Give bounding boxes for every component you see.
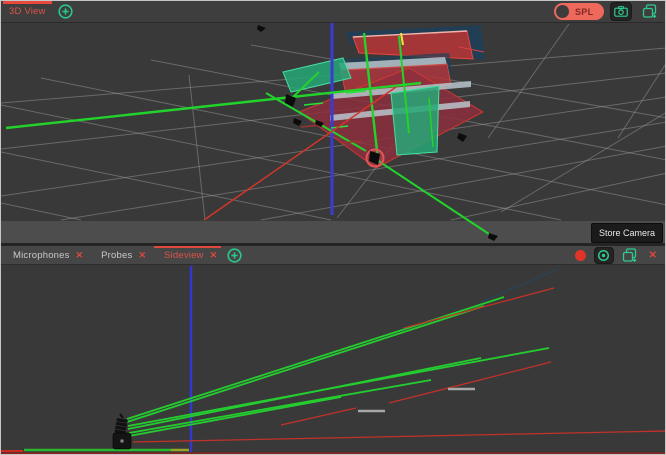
top-tab-bar: 3D View SPL — [1, 1, 665, 23]
audience-segments — [358, 389, 475, 411]
tab-3d-view[interactable]: 3D View — [1, 1, 54, 22]
add-view-button[interactable] — [227, 248, 242, 263]
duplicate-view-button[interactable] — [620, 246, 640, 265]
duplicate-views-icon — [622, 248, 638, 263]
viewport-sideview[interactable] — [1, 265, 666, 455]
ground-lines — [1, 450, 666, 454]
app-window: 3D View SPL — [0, 0, 666, 455]
camera-icon — [614, 6, 628, 17]
viewport-3d[interactable]: Store Camera — [1, 23, 666, 243]
target-icon — [597, 249, 610, 262]
tab-probes-label: Probes — [101, 250, 132, 261]
stage-panel-teal-right[interactable] — [391, 86, 439, 155]
close-view-button[interactable]: ✕ — [645, 250, 661, 261]
probe-target-button[interactable] — [594, 247, 614, 264]
spl-toggle-knob[interactable] — [556, 5, 569, 18]
record-button[interactable] — [575, 250, 586, 261]
tab-microphones-label: Microphones — [13, 250, 70, 261]
store-camera-tooltip: Store Camera — [591, 223, 663, 243]
duplicate-view-button[interactable] — [640, 2, 660, 21]
tab-sideview-label: Sideview — [164, 250, 204, 261]
plus-icon — [58, 4, 73, 19]
tab-sideview[interactable]: Sideview ✕ — [152, 246, 223, 264]
spl-toggle-label: SPL — [575, 7, 593, 17]
venue-panels[interactable] — [283, 25, 485, 168]
tab-microphones[interactable]: Microphones ✕ — [1, 246, 89, 264]
add-view-button[interactable] — [58, 4, 73, 19]
bottom-tab-bar: Microphones ✕ Probes ✕ Sideview ✕ — [1, 246, 665, 265]
subwoofer-logo — [121, 440, 124, 443]
spl-toggle[interactable]: SPL — [554, 3, 604, 20]
close-tab-icon[interactable]: ✕ — [76, 250, 84, 261]
plus-icon — [227, 248, 242, 263]
speaker-icon[interactable] — [457, 133, 467, 142]
tab-3d-view-label: 3D View — [9, 6, 46, 17]
rigging-hook — [120, 414, 123, 418]
floor-strip — [1, 221, 666, 243]
tab-probes[interactable]: Probes ✕ — [89, 246, 152, 264]
duplicate-views-icon — [642, 4, 658, 19]
store-camera-button[interactable] — [610, 2, 632, 21]
speaker-icon[interactable] — [293, 118, 302, 126]
speaker-icon[interactable] — [257, 25, 266, 32]
close-tab-icon[interactable]: ✕ — [210, 250, 218, 261]
close-tab-icon[interactable]: ✕ — [138, 250, 146, 261]
